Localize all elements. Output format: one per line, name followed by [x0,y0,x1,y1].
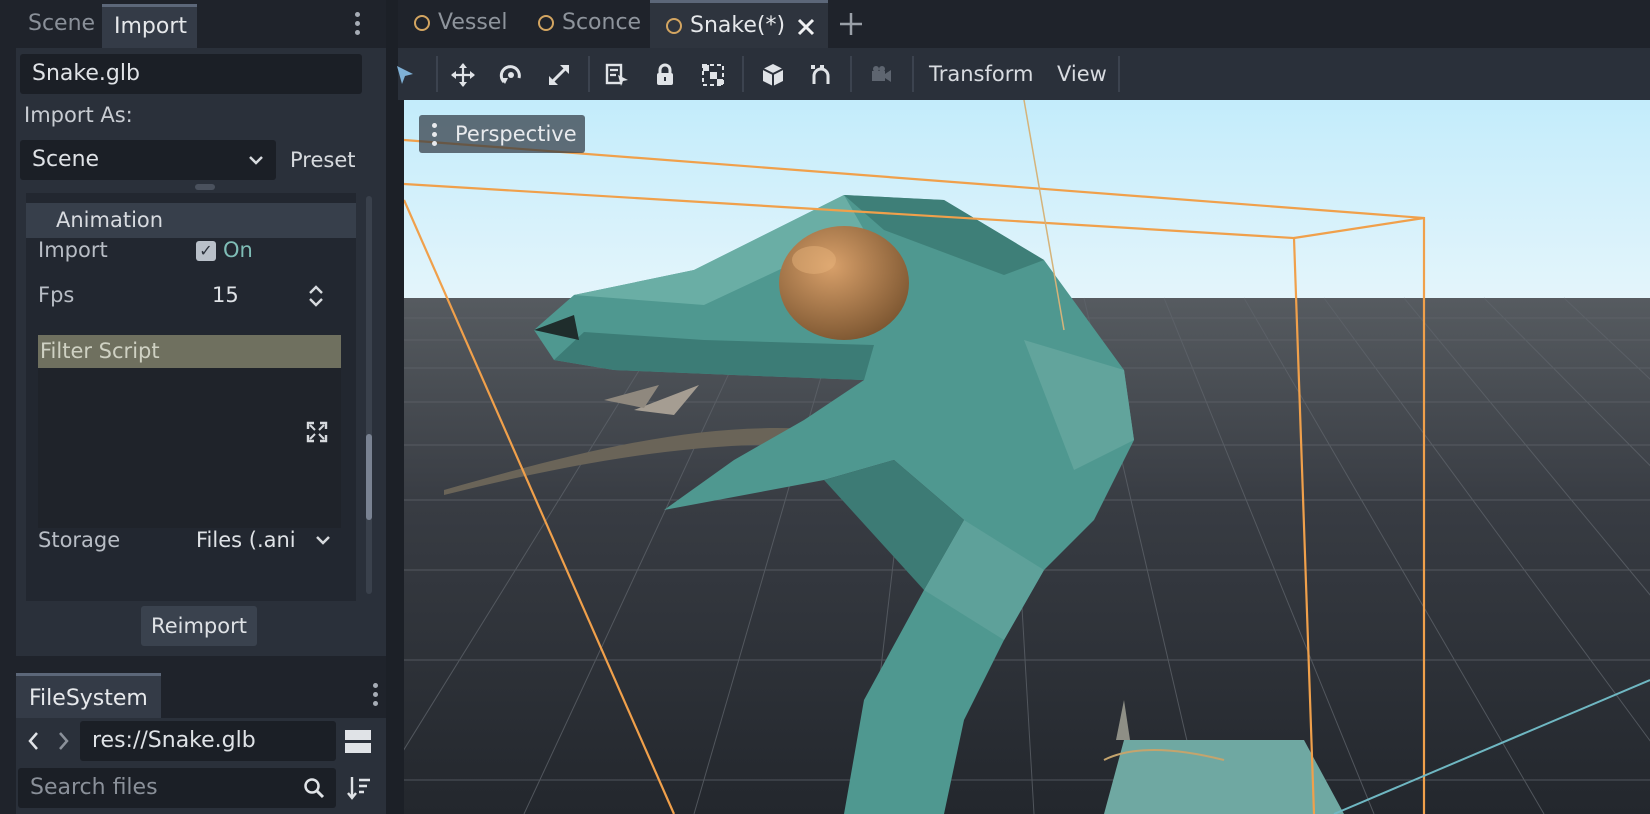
expand-icon[interactable] [306,421,328,443]
dock-tabbar: Scene Import [16,0,386,48]
fps-label: Fps [38,283,75,307]
scene-tab-label: Sconce [562,10,642,35]
scale-icon[interactable] [542,58,576,92]
move-icon[interactable] [446,58,480,92]
inspector-scroll-thumb[interactable] [366,434,372,520]
search-icon [304,778,325,799]
select-icon[interactable] [388,58,422,92]
unsaved-circle-icon [666,18,682,34]
toolbar-separator [742,56,744,92]
reimport-button[interactable]: Reimport [141,606,257,646]
toolbar-separator [1118,56,1120,92]
storage-label: Storage [38,528,121,552]
import-as-select[interactable]: Scene [20,140,276,180]
chevron-down-icon [249,156,263,165]
split-view-icon[interactable] [344,728,372,754]
chevron-down-icon[interactable] [315,534,331,546]
filesystem-menu-icon[interactable] [373,683,379,710]
scene-render[interactable] [404,100,1650,814]
spin-arrows-icon[interactable] [307,283,325,309]
filesystem-path[interactable]: res://Snake.glb [80,721,336,761]
snake-eye [779,226,909,340]
add-scene-icon[interactable] [838,11,864,37]
section-animation[interactable]: Animation [26,203,356,238]
import-as-value: Scene [32,147,100,172]
scene-tab-sconce[interactable]: Sconce [522,0,652,48]
tab-import[interactable]: Import [102,4,197,48]
back-arrow-icon[interactable] [26,730,40,752]
filter-script-label: Filter Script [38,335,341,368]
tab-filesystem[interactable]: FileSystem [16,673,161,720]
close-icon[interactable] [796,17,816,37]
toolbar-separator [436,56,438,92]
fps-value[interactable]: 15 [212,283,239,307]
sort-icon[interactable] [346,774,372,802]
unsaved-circle-icon [414,15,430,31]
perspective-label: Perspective [455,122,577,146]
snap-icon[interactable] [804,58,838,92]
import-as-label: Import As: [24,103,133,127]
filter-script-editor[interactable] [38,368,341,528]
lock-icon[interactable] [648,58,682,92]
import-file-name: Snake.glb [20,54,362,94]
toolbar-separator [912,56,914,92]
import-property-label: Import [38,238,108,262]
camera-icon[interactable] [864,58,898,92]
viewport-toolbar: Transform View [397,48,1650,100]
import-checkbox-value: On [223,238,253,262]
toolbar-separator [850,56,852,92]
tab-scene[interactable]: Scene [16,4,102,48]
unsaved-circle-icon [538,15,554,31]
dock-menu-icon[interactable] [355,12,361,39]
scene-tab-snake[interactable]: Snake(*) [650,0,828,48]
local-space-icon[interactable] [756,58,790,92]
view-menu[interactable]: View [1057,48,1107,100]
import-checkbox[interactable]: ✓ [196,241,216,261]
preset-button[interactable]: Preset [290,148,355,172]
rotate-icon[interactable] [494,58,528,92]
transform-menu[interactable]: Transform [929,48,1033,100]
scene-tab-label: Snake(*) [690,13,786,38]
resize-handle[interactable] [195,184,215,190]
list-select-icon[interactable] [600,58,634,92]
group-icon[interactable] [696,58,730,92]
inspector-scrollbar[interactable] [366,196,372,594]
scene-tab-label: Vessel [438,10,508,35]
3d-viewport[interactable]: Perspective [404,100,1650,814]
perspective-menu-button[interactable]: Perspective [419,115,585,153]
storage-select[interactable]: Files (.ani [196,528,296,552]
toolbar-separator [588,56,590,92]
forward-arrow-icon[interactable] [57,730,71,752]
search-files-input[interactable]: Search files [18,768,336,808]
menu-dots-icon [432,123,437,150]
scene-tab-vessel[interactable]: Vessel [398,0,526,48]
scene-tabs: Vessel Sconce Snake(*) [398,0,1650,48]
import-inspector: Animation Import ✓ On Fps 15 Filter Scri… [26,193,356,601]
